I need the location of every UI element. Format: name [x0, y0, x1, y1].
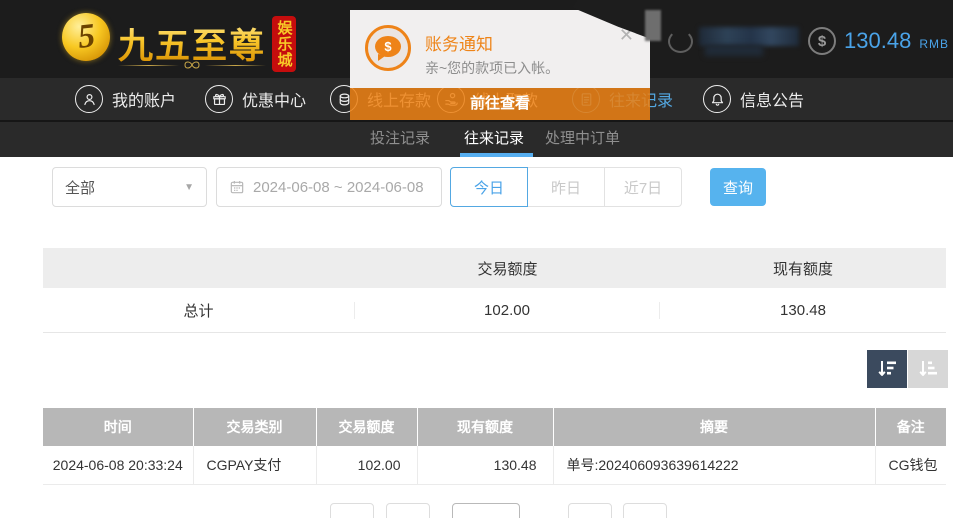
nav-label: 信息公告 [740, 93, 805, 110]
dollar-glyph: $ [817, 32, 827, 50]
nav-label: 优惠中心 [242, 93, 307, 110]
pagination-current-page[interactable] [452, 503, 520, 518]
nav-item-my-account[interactable]: 我的账户 [75, 78, 176, 120]
tab-betting-records[interactable]: 投注记录 [370, 122, 430, 157]
search-button[interactable]: 查询 [710, 168, 766, 206]
tab-processing-orders[interactable]: 处理中订单 [545, 122, 620, 157]
cell-time: 2024-06-08 20:33:24 [43, 446, 194, 485]
sort-descending-button[interactable] [867, 350, 907, 388]
sort-ascending-icon [919, 361, 937, 376]
notification-body: $ 账务通知 亲~您的款项已入帐。 ✕ [350, 10, 650, 88]
cell-amount: 102.00 [315, 446, 418, 485]
summary-header-balance: 现有额度 [772, 260, 833, 278]
user-icon [75, 85, 103, 113]
cell-balance: 130.48 [416, 446, 554, 485]
filter-bar: 全部 ▼ 2024-06-08 ~ 2024-06-08 今日 昨日 近7日 查… [0, 166, 953, 208]
summary-total-balance: 130.48 [780, 301, 826, 319]
today-button[interactable]: 今日 [450, 167, 528, 207]
dollar-icon: $ [808, 27, 837, 55]
sort-descending-icon [878, 361, 896, 376]
summary-total-label: 总计 [183, 302, 214, 320]
quick-range-group: 今日 昨日 近7日 [450, 167, 682, 207]
yesterday-button[interactable]: 昨日 [527, 167, 605, 207]
tab-transaction-records[interactable]: 往来记录 [464, 122, 524, 157]
pagination-last-button[interactable] [623, 503, 667, 518]
balance-currency: RMB [919, 37, 949, 51]
active-tab-underline [460, 153, 533, 157]
censored-username-blur-2 [705, 45, 763, 56]
col-balance: 现有额度 [416, 408, 553, 446]
category-select[interactable]: 全部 ▼ [52, 167, 207, 207]
table-row: 2024-06-08 20:33:24 CGPAY支付 102.00 130.4… [43, 446, 946, 485]
notification-title: 账务通知 [425, 35, 493, 54]
transactions-table: 时间 交易类别 交易额度 现有额度 摘要 备注 2024-06-08 20:33… [43, 408, 946, 485]
record-tabs: 投注记录 往来记录 处理中订单 [0, 120, 953, 157]
cell-type: CGPAY支付 [192, 446, 317, 485]
nav-label: 我的账户 [112, 93, 177, 110]
calendar-icon [230, 181, 244, 194]
coin-logo-icon: 5 [62, 13, 110, 61]
summary-table: 交易额度 现有额度 总计 102.00 130.48 [43, 248, 946, 333]
table-header-row: 时间 交易类别 交易额度 现有额度 摘要 备注 [43, 408, 946, 446]
date-range-input[interactable]: 2024-06-08 ~ 2024-06-08 [216, 167, 442, 207]
sort-controls [867, 350, 948, 388]
sort-ascending-button[interactable] [908, 350, 948, 388]
censored-gray-block [645, 10, 661, 41]
chevron-down-icon: ▼ [184, 181, 194, 193]
notification-message: 亲~您的款项已入帐。 [425, 60, 560, 76]
nav-item-promotions[interactable]: 优惠中心 [205, 78, 306, 120]
go-view-button[interactable]: 前往查看 [350, 88, 650, 120]
summary-total-row: 总计 102.00 130.48 [43, 288, 946, 333]
pagination-first-button[interactable] [330, 503, 374, 518]
nav-item-announcements[interactable]: 信息公告 [703, 78, 804, 120]
bell-icon [703, 85, 731, 113]
date-range-value: 2024-06-08 ~ 2024-06-08 [253, 178, 424, 196]
col-amount: 交易额度 [315, 408, 417, 446]
col-summary: 摘要 [552, 408, 875, 446]
pagination [0, 503, 953, 518]
summary-total-amount: 102.00 [354, 301, 660, 319]
balance-amount: 130.48 [844, 28, 912, 53]
category-select-value: 全部 [65, 179, 96, 197]
brand-logo[interactable]: 5 九五至尊 娱乐城 [60, 8, 296, 72]
summary-header-row: 交易额度 现有额度 [43, 248, 946, 288]
last7days-button[interactable]: 近7日 [604, 167, 682, 207]
notification-popup: $ 账务通知 亲~您的款项已入帐。 ✕ 前往查看 [350, 10, 650, 120]
cell-summary: 单号:202406093639614222 [552, 446, 876, 485]
brand-badge: 娱乐城 [272, 16, 296, 72]
pagination-prev-button[interactable] [386, 503, 430, 518]
balance-display: $ 130.48 RMB [808, 27, 949, 55]
gift-icon [205, 85, 233, 113]
censored-avatar [668, 30, 693, 53]
pagination-next-button[interactable] [568, 503, 612, 518]
censored-username-blur [699, 27, 799, 46]
money-message-icon: $ [365, 25, 411, 71]
summary-header-amount: 交易额度 [477, 260, 538, 278]
coin-glyph: 5 [75, 17, 97, 56]
dollar-glyph: $ [384, 39, 392, 54]
cell-remark: CG钱包 [874, 446, 946, 485]
flourish-ornament-icon [118, 58, 266, 72]
col-remark: 备注 [874, 408, 946, 446]
page: 5 九五至尊 娱乐城 $ 130.48 RMB 我的账户 优惠中心 信息公告 投… [0, 0, 953, 518]
col-time: 时间 [43, 408, 193, 446]
col-type: 交易类别 [192, 408, 316, 446]
